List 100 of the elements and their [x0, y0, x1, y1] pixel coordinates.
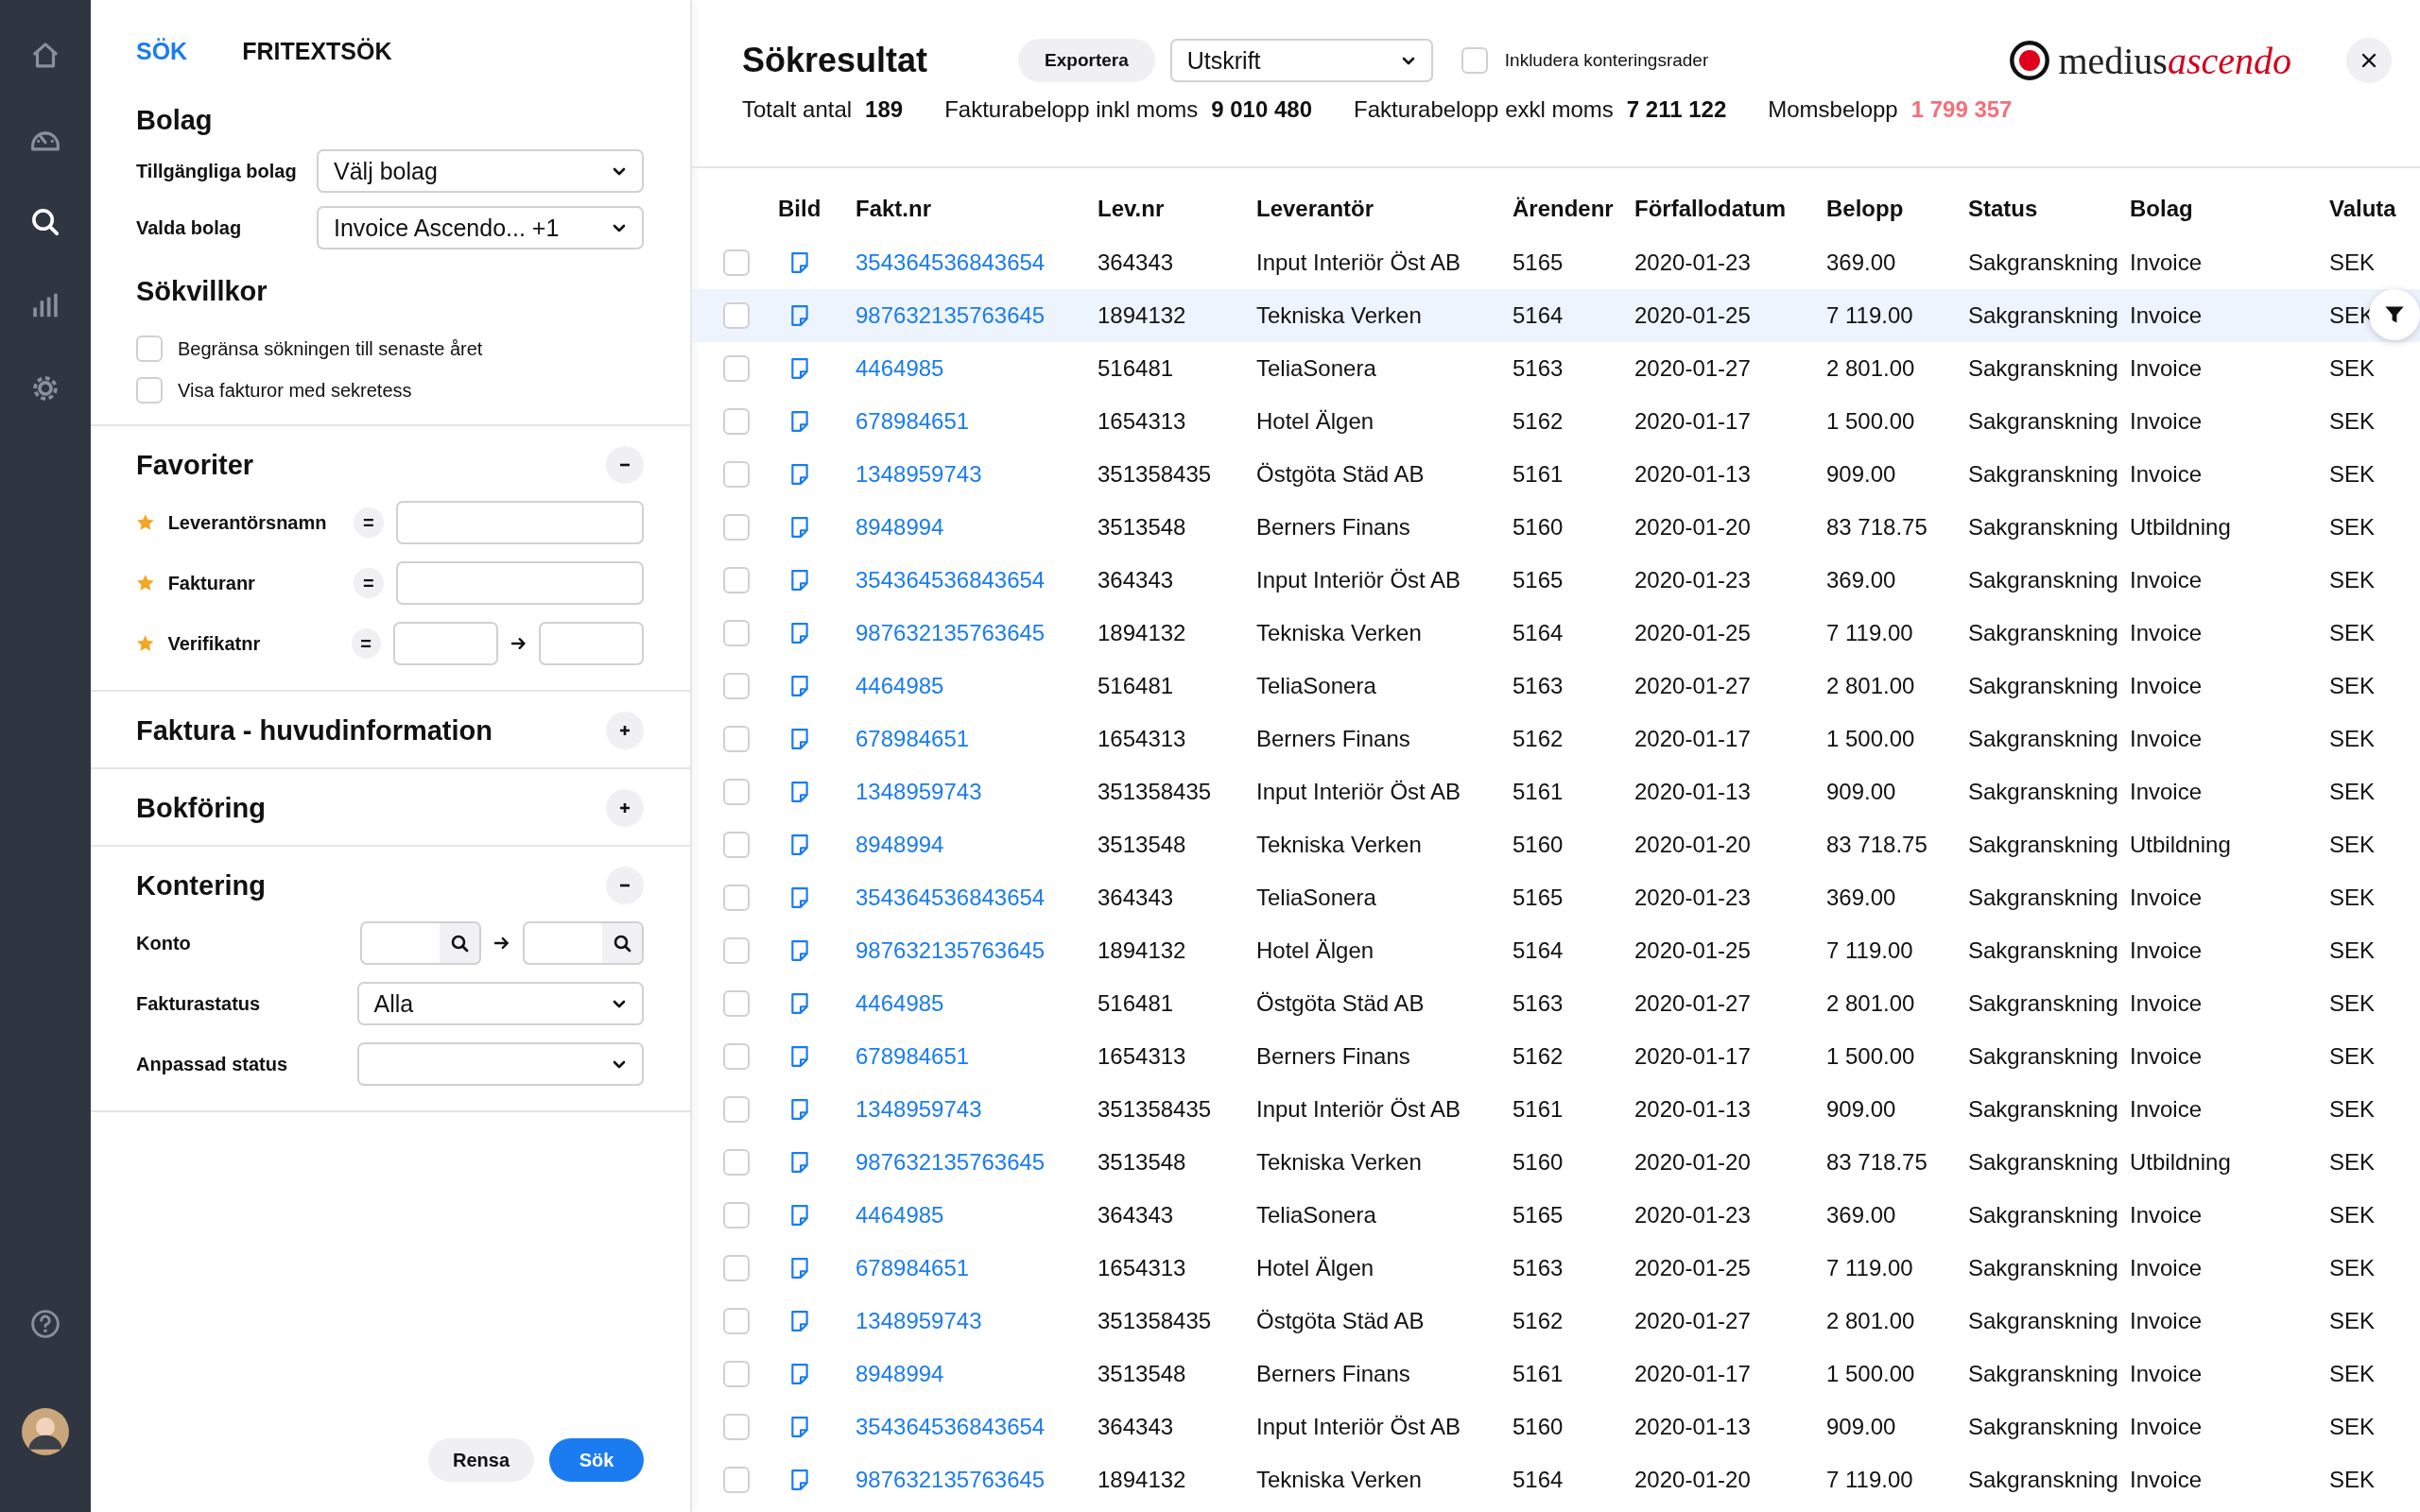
- row-checkbox[interactable]: [723, 1202, 750, 1228]
- tab[interactable]: SÖK: [136, 36, 188, 67]
- invoice-link[interactable]: 1348959743: [856, 779, 982, 805]
- invoice-link[interactable]: 678984651: [856, 726, 970, 752]
- table-cell: 5162: [1512, 408, 1564, 435]
- invoice-link[interactable]: 8948994: [856, 514, 944, 541]
- row-checkbox[interactable]: [723, 1361, 750, 1387]
- row-checkbox[interactable]: [723, 990, 750, 1017]
- invoice-link[interactable]: 354364536843654: [856, 567, 1046, 593]
- invoice-link[interactable]: 8948994: [856, 832, 944, 858]
- export-button[interactable]: Exportera: [1018, 39, 1155, 82]
- star-icon: [136, 574, 155, 593]
- row-checkbox[interactable]: [723, 249, 750, 276]
- document-icon: [789, 516, 810, 539]
- invoice-link[interactable]: 678984651: [856, 1043, 970, 1070]
- stat-value: 189: [865, 96, 904, 123]
- column-header[interactable]: Valuta: [2329, 196, 2420, 222]
- column-header[interactable]: Lev.nr: [1098, 196, 1256, 222]
- collapse-button[interactable]: [606, 446, 644, 484]
- section-title: Bokföring: [136, 792, 266, 824]
- collapse-button[interactable]: [606, 867, 644, 904]
- column-header[interactable]: Belopp: [1826, 196, 1968, 222]
- table-cell: Östgöta Städ AB: [1256, 461, 1425, 488]
- row-checkbox[interactable]: [723, 1414, 750, 1440]
- invoice-link[interactable]: 4464985: [856, 1202, 944, 1228]
- table-cell: SEK: [2329, 249, 2376, 276]
- column-header[interactable]: Fakt.nr: [856, 196, 1098, 222]
- row-checkbox[interactable]: [723, 408, 750, 435]
- input-field[interactable]: [392, 622, 498, 665]
- table-cell: SEK: [2329, 1308, 2376, 1334]
- operator-button[interactable]: =: [354, 568, 384, 598]
- checkbox[interactable]: [136, 335, 163, 362]
- row-checkbox[interactable]: [723, 1308, 750, 1334]
- row-checkbox[interactable]: [723, 1043, 750, 1070]
- dropdown[interactable]: [356, 1042, 644, 1086]
- invoice-link[interactable]: 987632135763645: [856, 1149, 1046, 1176]
- expand-button[interactable]: [606, 712, 644, 749]
- input-field[interactable]: [395, 501, 644, 544]
- row-checkbox[interactable]: [723, 1096, 750, 1123]
- row-checkbox[interactable]: [723, 1467, 750, 1493]
- invoice-link[interactable]: 4464985: [856, 355, 944, 382]
- invoice-link[interactable]: 1348959743: [856, 1096, 982, 1123]
- dropdown[interactable]: Alla: [356, 982, 644, 1025]
- invoice-link[interactable]: 1348959743: [856, 1308, 982, 1334]
- invoice-link[interactable]: 354364536843654: [856, 885, 1046, 911]
- row-checkbox[interactable]: [723, 673, 750, 699]
- row-checkbox[interactable]: [723, 514, 750, 541]
- row-checkbox[interactable]: [723, 461, 750, 488]
- search-button[interactable]: Sök: [549, 1438, 644, 1482]
- invoice-link[interactable]: 4464985: [856, 990, 944, 1017]
- dropdown[interactable]: Invoice Ascendo... +1: [317, 206, 644, 249]
- row-checkbox[interactable]: [723, 832, 750, 858]
- invoice-link[interactable]: 354364536843654: [856, 1414, 1046, 1440]
- row-checkbox[interactable]: [723, 1149, 750, 1176]
- column-header[interactable]: Status: [1968, 196, 2130, 222]
- row-checkbox[interactable]: [723, 937, 750, 964]
- row-checkbox[interactable]: [723, 302, 750, 329]
- table-cell: 909.00: [1826, 1414, 1896, 1440]
- row-checkbox[interactable]: [723, 620, 750, 646]
- invoice-link[interactable]: 987632135763645: [856, 620, 1046, 646]
- row-checkbox[interactable]: [723, 885, 750, 911]
- row-checkbox[interactable]: [723, 355, 750, 382]
- document-icon: [789, 992, 810, 1015]
- invoice-link[interactable]: 354364536843654: [856, 249, 1046, 276]
- checkbox[interactable]: [136, 377, 163, 404]
- invoice-link[interactable]: 987632135763645: [856, 302, 1046, 329]
- close-button[interactable]: [2346, 38, 2392, 83]
- table-cell: Sakgranskning: [1968, 408, 2118, 435]
- invoice-link[interactable]: 987632135763645: [856, 937, 1046, 964]
- invoice-link[interactable]: 1348959743: [856, 461, 982, 488]
- row-checkbox[interactable]: [723, 726, 750, 752]
- dropdown[interactable]: Välj bolag: [317, 149, 644, 193]
- column-header[interactable]: Ärendenr: [1512, 196, 1634, 222]
- clear-button[interactable]: Rensa: [427, 1438, 534, 1482]
- input-field[interactable]: [395, 561, 644, 605]
- table-cell: 2 801.00: [1826, 355, 1915, 382]
- row-checkbox[interactable]: [723, 567, 750, 593]
- column-header[interactable]: Bolag: [2130, 196, 2329, 222]
- table-cell: 5160: [1512, 1149, 1564, 1176]
- row-checkbox[interactable]: [723, 779, 750, 805]
- table-cell: Invoice: [2130, 1096, 2203, 1123]
- column-header[interactable]: Bild: [778, 196, 856, 222]
- operator-button[interactable]: =: [354, 507, 384, 538]
- column-header[interactable]: Leverantör: [1256, 196, 1512, 222]
- invoice-link[interactable]: 678984651: [856, 1255, 970, 1281]
- tab[interactable]: FRITEXTSÖK: [242, 36, 392, 67]
- row-checkbox[interactable]: [723, 1255, 750, 1281]
- invoice-link[interactable]: 678984651: [856, 408, 970, 435]
- invoice-link[interactable]: 4464985: [856, 673, 944, 699]
- table-cell: SEK: [2329, 461, 2376, 488]
- input-field[interactable]: [539, 622, 644, 665]
- checkbox[interactable]: [1461, 47, 1488, 74]
- table-cell: 909.00: [1826, 1096, 1896, 1123]
- invoice-link[interactable]: 8948994: [856, 1361, 944, 1387]
- operator-button[interactable]: =: [351, 628, 381, 659]
- column-header[interactable]: Förfallodatum: [1634, 196, 1826, 222]
- dropdown[interactable]: Utskrift: [1169, 39, 1433, 82]
- table-cell: Input Interiör Öst AB: [1256, 779, 1461, 805]
- expand-button[interactable]: [606, 789, 644, 827]
- invoice-link[interactable]: 987632135763645: [856, 1467, 1046, 1493]
